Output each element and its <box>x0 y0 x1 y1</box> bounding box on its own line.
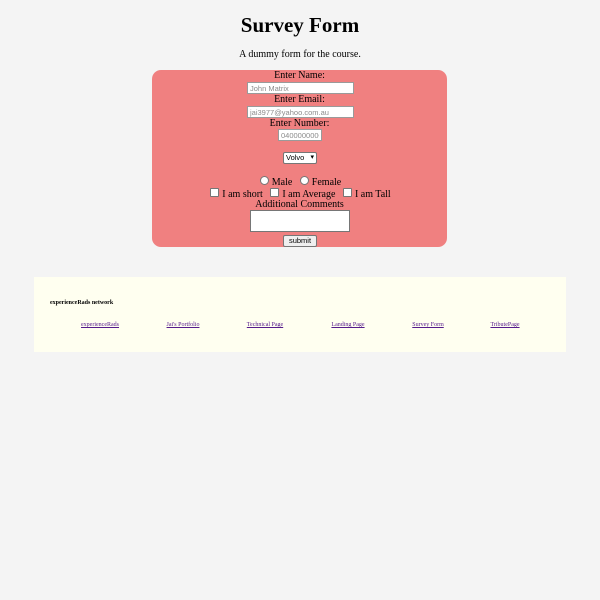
email-input[interactable] <box>247 106 354 118</box>
number-input[interactable] <box>278 129 322 141</box>
female-radio[interactable] <box>299 176 309 185</box>
comments-textarea[interactable] <box>250 210 350 232</box>
page-title: Survey Form <box>240 13 360 37</box>
footer-link-technical-page[interactable]: Technical Page <box>247 321 283 329</box>
footer-link-tribute-page[interactable]: TributePage <box>490 321 519 329</box>
average-checkbox[interactable] <box>270 188 280 197</box>
submit-button[interactable]: submit <box>283 235 317 247</box>
footer-links: experienceRads Jai's Portfolio Technical… <box>34 321 566 331</box>
email-label: Enter Email: <box>274 94 325 105</box>
number-label: Enter Number: <box>269 118 330 129</box>
female-label: Female <box>311 177 342 188</box>
footer-link-experiencerads[interactable]: experienceRads <box>81 321 119 329</box>
comments-label: Additional Comments <box>255 199 344 210</box>
footer-link-survey-form[interactable]: Survey Form <box>412 321 444 329</box>
name-label: Enter Name: <box>274 70 325 81</box>
survey-form: Enter Name: Enter Email: Enter Number: V… <box>152 70 447 247</box>
chevron-down-icon: ▾ <box>310 154 314 161</box>
page-subtitle: A dummy form for the course. <box>239 49 361 60</box>
male-radio[interactable] <box>259 176 269 185</box>
footer-link-portfolio[interactable]: Jai's Portfolio <box>167 321 200 329</box>
tall-checkbox[interactable] <box>342 188 352 197</box>
footer: experienceRads network experienceRads Ja… <box>34 277 566 352</box>
page: Survey Form A dummy form for the course.… <box>0 0 600 600</box>
short-checkbox[interactable] <box>210 188 220 197</box>
gender-radio-group: Male Female <box>152 176 447 188</box>
male-label: Male <box>271 177 293 188</box>
footer-link-landing-page[interactable]: Landing Page <box>331 321 364 329</box>
name-input[interactable] <box>247 82 354 94</box>
footer-title: experienceRads network <box>50 300 114 306</box>
car-select[interactable]: Volvo ▾ <box>283 152 317 164</box>
car-select-value: Volvo <box>286 153 305 162</box>
